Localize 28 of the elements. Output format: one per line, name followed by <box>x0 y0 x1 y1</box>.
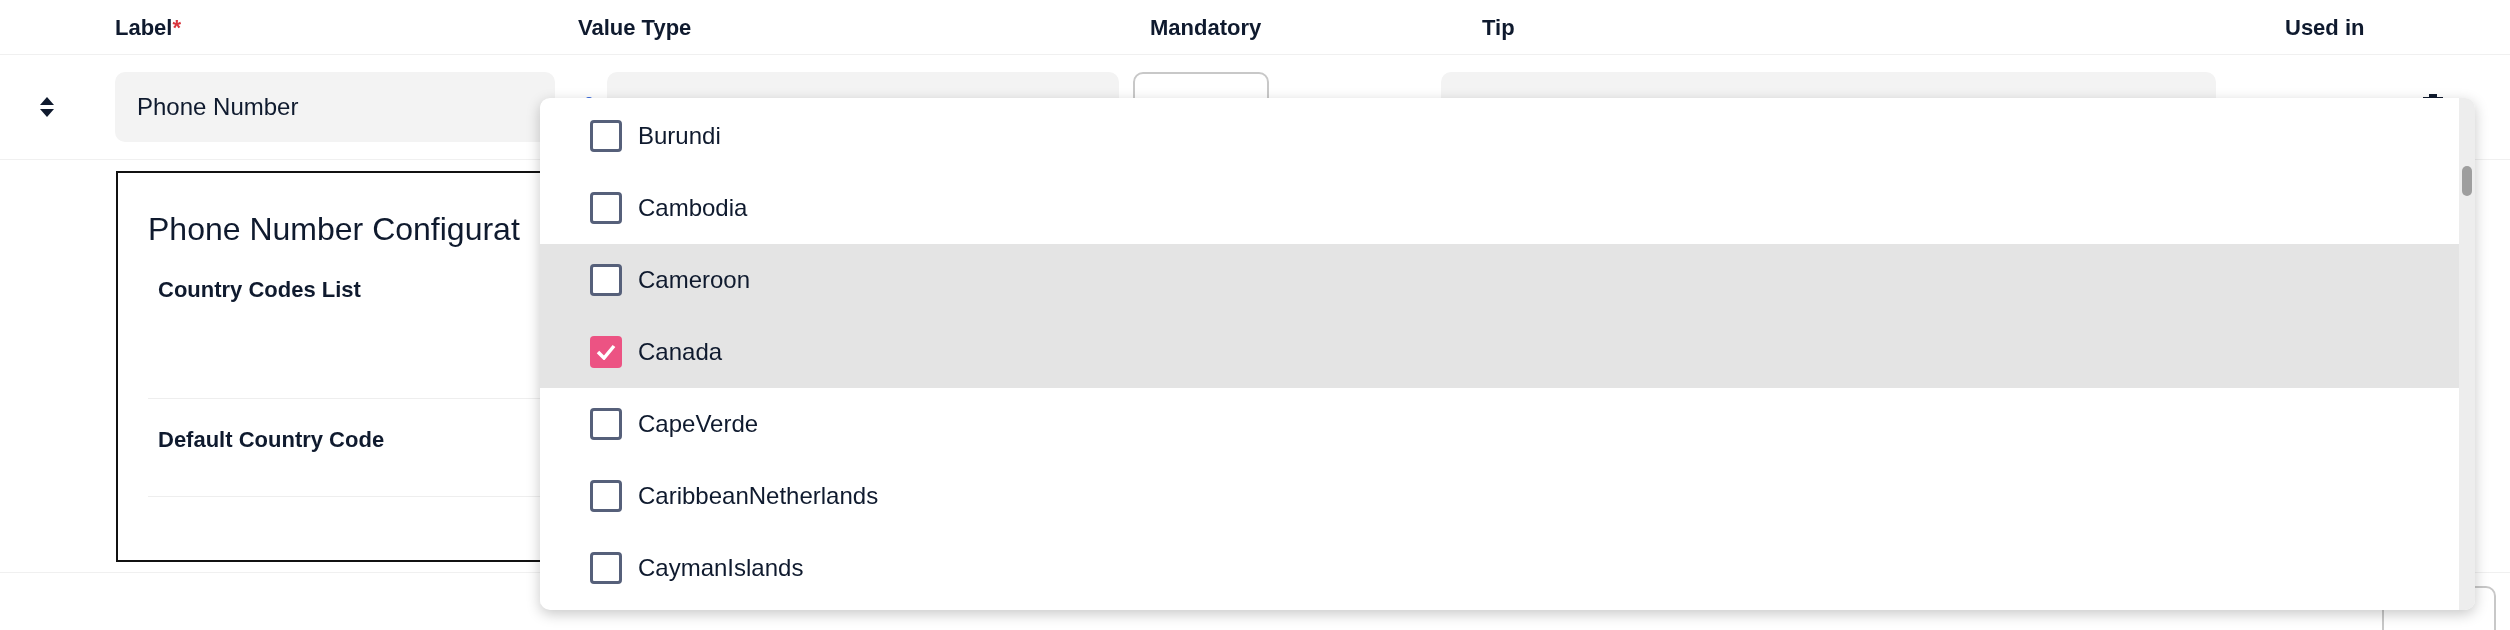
sort-icon[interactable] <box>38 96 55 118</box>
panel-title: Phone Number Configurat <box>148 210 521 249</box>
label-field[interactable]: Phone Number <box>115 72 555 142</box>
country-option[interactable]: Canada <box>540 316 2459 388</box>
checkbox[interactable] <box>590 480 622 512</box>
country-option[interactable]: Cameroon <box>540 244 2459 316</box>
country-label: Cameroon <box>638 265 751 295</box>
country-label: Canada <box>638 337 723 367</box>
checkbox[interactable] <box>590 120 622 152</box>
country-label: Cambodia <box>638 193 748 223</box>
column-header: Tip <box>1482 14 1515 40</box>
section-label: Default Country Code <box>158 427 385 452</box>
check-icon <box>596 344 616 360</box>
checkbox[interactable] <box>590 336 622 368</box>
column-header: Value Type <box>578 14 692 40</box>
country-label: CaribbeanNetherlands <box>638 481 879 511</box>
checkbox[interactable] <box>590 408 622 440</box>
column-header: Mandatory <box>1150 14 1262 40</box>
country-label: Burundi <box>638 121 721 151</box>
section-label: Country Codes List <box>158 277 361 302</box>
country-label: CaymanIslands <box>638 553 804 583</box>
country-label: CapeVerde <box>638 409 759 439</box>
checkbox[interactable] <box>590 192 622 224</box>
column-header: Used in <box>2285 14 2365 40</box>
checkbox[interactable] <box>590 552 622 584</box>
checkbox[interactable] <box>590 264 622 296</box>
scrollbar[interactable] <box>2459 98 2475 610</box>
column-header: Label* <box>115 14 182 40</box>
